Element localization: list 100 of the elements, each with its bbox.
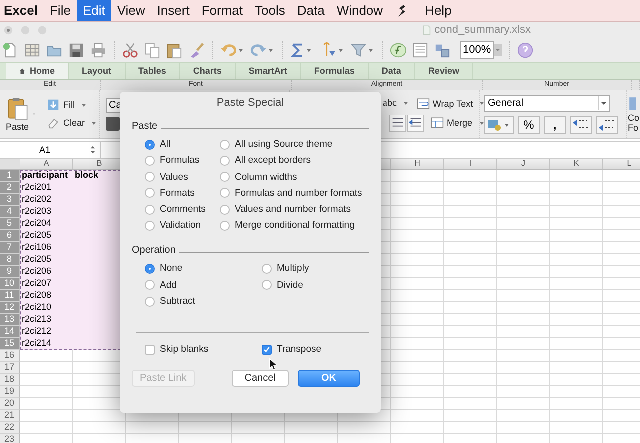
table-cell: r2ci106 [20, 242, 73, 254]
name-box[interactable]: A1 [0, 145, 90, 155]
radio-option[interactable]: Validation [145, 219, 220, 232]
ribbon-tab[interactable]: Home [6, 63, 70, 79]
table-cell: participant [20, 170, 73, 182]
radio-option[interactable]: All [145, 138, 220, 151]
checkbox-option[interactable]: Skip blanks [145, 343, 262, 356]
radio-option[interactable]: Formats [145, 186, 220, 200]
menu-item[interactable]: Edit [76, 0, 112, 21]
radio-option[interactable]: Multiply [262, 262, 369, 276]
row-header[interactable]: 23 [0, 434, 20, 443]
currency-icon[interactable] [484, 116, 514, 134]
radio-option[interactable]: All using Source theme [220, 138, 369, 151]
menu-item[interactable]: Window [330, 0, 390, 21]
menu-item[interactable]: Data [291, 0, 331, 21]
text-orientation-button[interactable]: abc [381, 97, 411, 110]
cut-icon[interactable] [122, 42, 139, 58]
caret-icon [80, 102, 87, 108]
indent-icon[interactable] [389, 114, 425, 132]
stepper-icon[interactable] [90, 145, 96, 155]
ribbon-tab[interactable]: Formulas [301, 63, 369, 79]
help-icon[interactable] [517, 42, 534, 58]
undo-icon[interactable] [220, 42, 245, 58]
row-header[interactable]: 20 [0, 398, 20, 410]
radio-option[interactable]: None [145, 262, 262, 276]
merge-button[interactable]: Merge [429, 116, 487, 130]
conditional-format-icon[interactable] [628, 96, 636, 112]
section-label: Operation [132, 245, 176, 256]
filter-icon[interactable] [350, 42, 375, 58]
table-cell: r2ci207 [20, 278, 73, 290]
radio-option[interactable]: Merge conditional formatting [220, 219, 369, 232]
script-icon[interactable] [397, 4, 408, 18]
checkmark-icon [263, 346, 271, 354]
ribbon-tab[interactable]: Tables [126, 63, 180, 79]
brush-icon[interactable] [188, 42, 205, 58]
radio-option[interactable]: Formulas and number formats [220, 186, 369, 200]
column-header[interactable]: A [20, 159, 73, 169]
radio-option[interactable]: Column widths [220, 170, 369, 184]
menu-item[interactable]: Tools [248, 0, 292, 21]
redo-icon[interactable] [250, 42, 275, 58]
ribbon-tab[interactable]: Review [415, 63, 474, 79]
menu-item[interactable]: Help [419, 0, 458, 21]
checkbox-option[interactable]: Transpose [262, 343, 369, 356]
paste-icon[interactable] [166, 42, 183, 58]
radio-option[interactable]: Values and number formats [220, 203, 369, 216]
radio-option[interactable]: Subtract [145, 295, 262, 308]
caret-icon [91, 120, 97, 126]
clear-button[interactable]: Clear [45, 116, 99, 130]
table-cell: r2ci206 [20, 266, 73, 278]
close-icon[interactable] [4, 26, 13, 34]
radio-option[interactable]: All except borders [220, 154, 369, 168]
gallery-icon[interactable] [412, 42, 429, 58]
wrap-text-button[interactable]: Wrap Text [414, 96, 488, 110]
column-header[interactable]: K [550, 159, 603, 169]
column-header[interactable]: J [497, 159, 550, 169]
decrease-decimal-icon[interactable] [570, 116, 592, 134]
table-cell: r2ci210 [20, 302, 73, 314]
percent-button[interactable]: % [518, 116, 540, 134]
eraser-icon [47, 117, 60, 129]
merge-cells-icon [431, 117, 444, 129]
paste-button[interactable]: Paste [4, 94, 32, 134]
table-icon[interactable] [24, 42, 41, 58]
row-header[interactable]: 19 [0, 386, 20, 398]
app-menu[interactable]: Excel [0, 0, 44, 21]
radio-option[interactable]: Formulas [145, 154, 220, 168]
column-header[interactable]: L [603, 159, 640, 169]
dialog-button[interactable]: Cancel [232, 370, 289, 388]
row-header[interactable]: 16 [0, 350, 20, 362]
ribbon-tab[interactable]: Data [368, 63, 416, 79]
menu-item[interactable]: File [44, 0, 77, 21]
zoom-field[interactable]: 100% [460, 41, 494, 59]
radio-option[interactable]: Add [145, 278, 262, 292]
radio-option[interactable]: Comments [145, 203, 220, 216]
caret-icon [402, 101, 409, 106]
table-cell: r2ci201 [20, 182, 73, 194]
row-header[interactable]: 17 [0, 362, 20, 374]
save-icon[interactable] [68, 42, 85, 58]
row-header[interactable]: 18 [0, 374, 20, 386]
increase-decimal-icon[interactable] [596, 116, 618, 134]
table-cell: r2ci214 [20, 338, 73, 350]
ribbon-tab[interactable]: Layout [69, 63, 126, 79]
menu-item[interactable]: Format [196, 0, 249, 21]
menu-item[interactable]: Insert [151, 0, 196, 21]
menu-item[interactable]: View [111, 0, 152, 21]
row-header[interactable]: 22 [0, 422, 20, 434]
radio-option[interactable]: Divide [262, 278, 369, 292]
copy-icon[interactable] [144, 42, 161, 58]
clipboard-icon [6, 96, 28, 122]
radio-option[interactable]: Values [145, 170, 220, 184]
fill-button[interactable]: Fill [45, 98, 99, 112]
caret-icon [478, 120, 485, 126]
ribbon-tab[interactable]: SmartArt [236, 63, 302, 79]
row-header[interactable]: 21 [0, 410, 20, 422]
comma-button[interactable]: , [544, 116, 566, 134]
ribbon-tab[interactable]: Charts [180, 63, 236, 79]
print-icon[interactable] [90, 42, 107, 58]
function-icon[interactable] [390, 42, 407, 58]
column-header[interactable]: H [391, 159, 444, 169]
font-style-button[interactable] [106, 116, 120, 130]
column-header[interactable]: I [444, 159, 497, 169]
